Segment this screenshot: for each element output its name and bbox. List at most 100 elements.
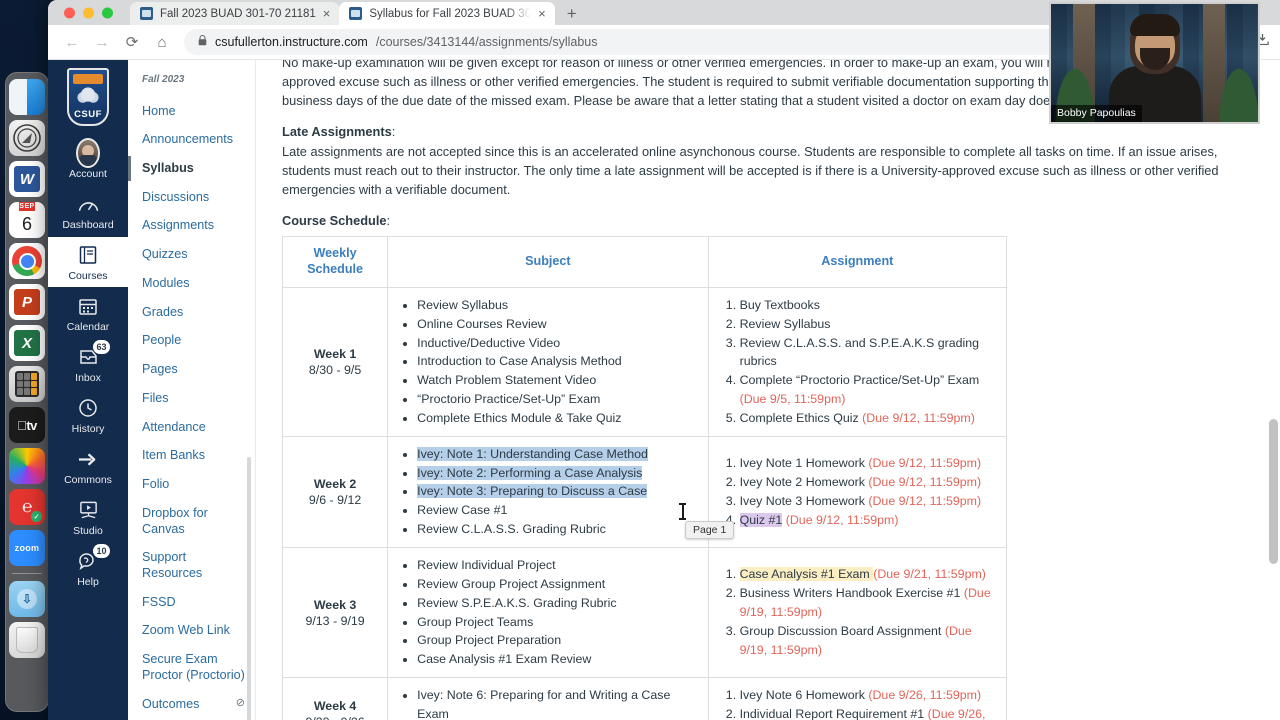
due-date: (Due 9/12, 11:59pm) (868, 493, 982, 508)
course-nav-item-pages[interactable]: Pages (142, 356, 255, 385)
dock-icon-edpuzzle[interactable]: ℮ ✓ (9, 489, 45, 525)
course-nav-item-outcomes[interactable]: Outcomes ⊘ (142, 690, 255, 719)
column-header-subject: Subject (387, 236, 709, 288)
subject-text: Complete Ethics Module & Take Quiz (417, 410, 622, 425)
tab-close-icon[interactable]: × (323, 6, 331, 21)
global-nav-inbox[interactable]: 63 Inbox (48, 339, 128, 389)
course-nav-item-secure-exam-proctor[interactable]: Secure Exam Proctor (Proctorio) (142, 646, 255, 690)
dock-icon-trash[interactable] (9, 622, 45, 658)
course-nav-item-quizzes[interactable]: Quizzes (142, 241, 255, 270)
global-nav-dashboard[interactable]: Dashboard (48, 186, 128, 236)
browser-tab-1[interactable]: Fall 2023 BUAD 301-70 21181 × (130, 2, 340, 25)
browser-tab-2[interactable]: Syllabus for Fall 2023 BUAD 30 × (339, 2, 555, 25)
dock-icon-powerpoint[interactable]: P (9, 284, 45, 320)
course-nav-item-fssd[interactable]: FSSD (142, 588, 255, 617)
course-nav-item-discussions[interactable]: Discussions (142, 183, 255, 212)
list-item: Ivey: Note 2: Performing a Case Analysis (417, 464, 697, 483)
window-traffic-lights[interactable] (64, 7, 113, 18)
zoom-video-overlay[interactable]: Bobby Papoulias (1049, 2, 1260, 124)
week-dates: 8/30 - 9/5 (308, 362, 362, 377)
home-button[interactable]: ⌂ (148, 28, 176, 56)
dock-icon-calculator[interactable] (9, 366, 45, 402)
due-date: (Due 9/12, 11:59pm) (868, 456, 982, 471)
due-date: (Due 9/12, 11:59pm) (868, 475, 982, 490)
back-button[interactable]: ← (58, 28, 86, 56)
list-item: Case Analysis #1 Exam Review (417, 650, 697, 669)
dock-icon-photos[interactable] (9, 448, 45, 484)
course-nav-item-grades[interactable]: Grades (142, 298, 255, 327)
week-label: Week 2 (313, 476, 357, 491)
list-item: Review Syllabus (740, 315, 996, 334)
list-item: Group Project Preparation (417, 631, 697, 650)
course-nav-item-syllabus[interactable]: Syllabus (128, 154, 255, 183)
inbox-icon: 63 (76, 340, 110, 369)
course-nav-item-people[interactable]: People (142, 327, 255, 356)
global-nav-account[interactable]: Account (48, 135, 128, 185)
global-nav-help[interactable]: 10 Help (48, 543, 128, 593)
page-scrollbar-track[interactable] (1269, 62, 1278, 718)
macos-dock: W SEP 6 P X tv ℮✓ zoom ⇩ (5, 72, 49, 712)
subject-text: Ivey: Note 3: Preparing to Discuss a Cas… (417, 484, 648, 499)
course-nav-item-announcements[interactable]: Announcements (142, 126, 255, 155)
course-nav-label: FSSD (142, 594, 176, 609)
dock-icon-finder[interactable] (9, 79, 45, 115)
late-assignments-paragraph: Late assignments are not accepted since … (282, 144, 1219, 198)
global-nav-studio[interactable]: Studio (48, 492, 128, 542)
lock-icon (198, 35, 207, 49)
tab-close-icon[interactable]: × (538, 6, 546, 21)
page-scrollbar-thumb[interactable] (1269, 419, 1278, 564)
course-nav-item-zoom-web-link[interactable]: Zoom Web Link (142, 617, 255, 646)
list-item: Review Syllabus (417, 296, 697, 315)
course-nav-item-assignments[interactable]: Assignments (142, 212, 255, 241)
list-item: Ivey Note 2 Homework (Due 9/12, 11:59pm) (740, 473, 996, 492)
dock-icon-zoom[interactable]: zoom (9, 530, 45, 566)
video-bg-plant (1217, 62, 1258, 122)
course-nav-label: Modules (142, 275, 190, 290)
dock-icon-safari[interactable] (9, 120, 45, 156)
subject-text: Ivey: Note 2: Performing a Case Analysis (417, 465, 643, 480)
list-item: Review S.P.E.A.K.S. Grading Rubric (417, 594, 697, 613)
subject-text: Online Courses Review (417, 316, 547, 331)
course-nav-label: Syllabus (142, 160, 194, 175)
list-item: Group Project Teams (417, 613, 697, 632)
assignment-text: Ivey Note 3 Homework (739, 493, 869, 508)
course-nav-item-home[interactable]: Home (142, 97, 255, 126)
new-tab-button[interactable]: + (555, 2, 589, 25)
course-nav-item-support-resources[interactable]: Support Resources (142, 544, 255, 588)
minimize-window-button[interactable] (83, 7, 94, 18)
course-nav-item-dropbox-for-canvas[interactable]: Dropbox for Canvas (142, 499, 255, 543)
global-nav-commons[interactable]: Commons (48, 441, 128, 491)
assignment-list: Ivey Note 1 Homework (Due 9/12, 11:59pm)… (721, 454, 996, 529)
global-nav-calendar[interactable]: Calendar (48, 288, 128, 338)
assignment-text: Ivey Note 1 Homework (739, 456, 869, 471)
list-item: Review C.L.A.S.S. Grading Rubric (417, 520, 697, 539)
dock-icon-excel[interactable]: X (9, 325, 45, 361)
dock-icon-downloads[interactable]: ⇩ (9, 581, 45, 617)
course-nav-scrollbar[interactable] (247, 457, 251, 720)
week-label: Week 1 (313, 346, 357, 361)
close-window-button[interactable] (64, 7, 75, 18)
assignment-cell: Ivey Note 6 Homework (Due 9/26, 11:59pm)… (707, 677, 1008, 720)
week-label: Week 4 (313, 699, 357, 714)
course-nav-item-modules[interactable]: Modules (142, 269, 255, 298)
course-nav-item-folio[interactable]: Folio (142, 471, 255, 500)
maximize-window-button[interactable] (102, 7, 113, 18)
help-icon: 10 (76, 544, 110, 573)
course-nav-item-attendance[interactable]: Attendance (142, 413, 255, 442)
reload-button[interactable]: ⟳ (118, 28, 146, 56)
late-assignments-heading: Late Assignments: (282, 124, 1262, 139)
subject-text: Review Individual Project (417, 557, 556, 572)
global-nav-courses[interactable]: Courses (48, 237, 128, 287)
dock-icon-word[interactable]: W (9, 161, 45, 197)
subject-list: Review Individual Project Review Group Pr… (400, 556, 697, 669)
dock-icon-calendar[interactable]: SEP 6 (9, 202, 45, 238)
dock-icon-chrome[interactable] (9, 243, 45, 279)
course-nav-item-item-banks[interactable]: Item Banks (142, 442, 255, 471)
course-nav-item-files[interactable]: Files (142, 384, 255, 413)
dock-icon-appletv[interactable]: tv (9, 407, 45, 443)
list-item: Ivey Note 6 Homework (Due 9/26, 11:59pm) (740, 686, 996, 705)
subject-list: Ivey: Note 1: Understanding Case Method I… (400, 445, 697, 539)
forward-button[interactable]: → (88, 28, 116, 56)
global-nav-history[interactable]: History (48, 390, 128, 440)
csuf-logo[interactable]: CSUF (67, 68, 109, 126)
